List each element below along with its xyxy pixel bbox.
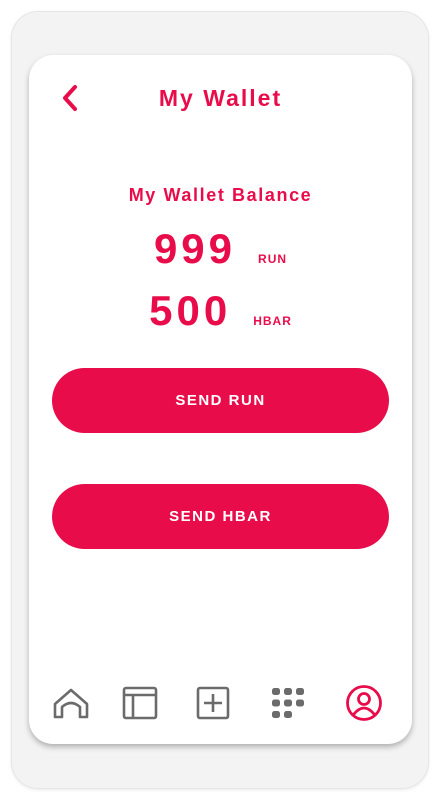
wallet-balance-label: My Wallet Balance	[128, 185, 313, 205]
home-icon	[53, 688, 89, 719]
run-balance: 999 RUN	[29, 225, 412, 273]
nav-home[interactable]	[51, 683, 91, 723]
run-balance-amount: 999	[153, 225, 237, 272]
send-run-button[interactable]: SEND RUN	[52, 368, 389, 433]
hbar-balance: 500 HBAR	[29, 287, 412, 335]
send-hbar-button[interactable]: SEND HBAR	[52, 484, 389, 549]
bottom-navigation	[29, 683, 412, 723]
layout-icon	[122, 686, 158, 720]
hbar-balance-unit: HBAR	[253, 314, 292, 328]
add-square-icon	[196, 686, 230, 720]
nav-add[interactable]	[193, 683, 233, 723]
run-balance-unit: RUN	[258, 252, 288, 266]
page-title: My Wallet	[158, 85, 283, 111]
hbar-balance-amount: 500	[149, 287, 232, 334]
apps-grid-icon	[272, 688, 304, 718]
nav-apps[interactable]	[268, 683, 308, 723]
profile-icon	[346, 685, 382, 721]
nav-layout[interactable]	[120, 683, 160, 723]
nav-profile[interactable]	[344, 683, 384, 723]
wallet-screen: My Wallet My Wallet Balance 999 RUN 500 …	[29, 55, 412, 744]
